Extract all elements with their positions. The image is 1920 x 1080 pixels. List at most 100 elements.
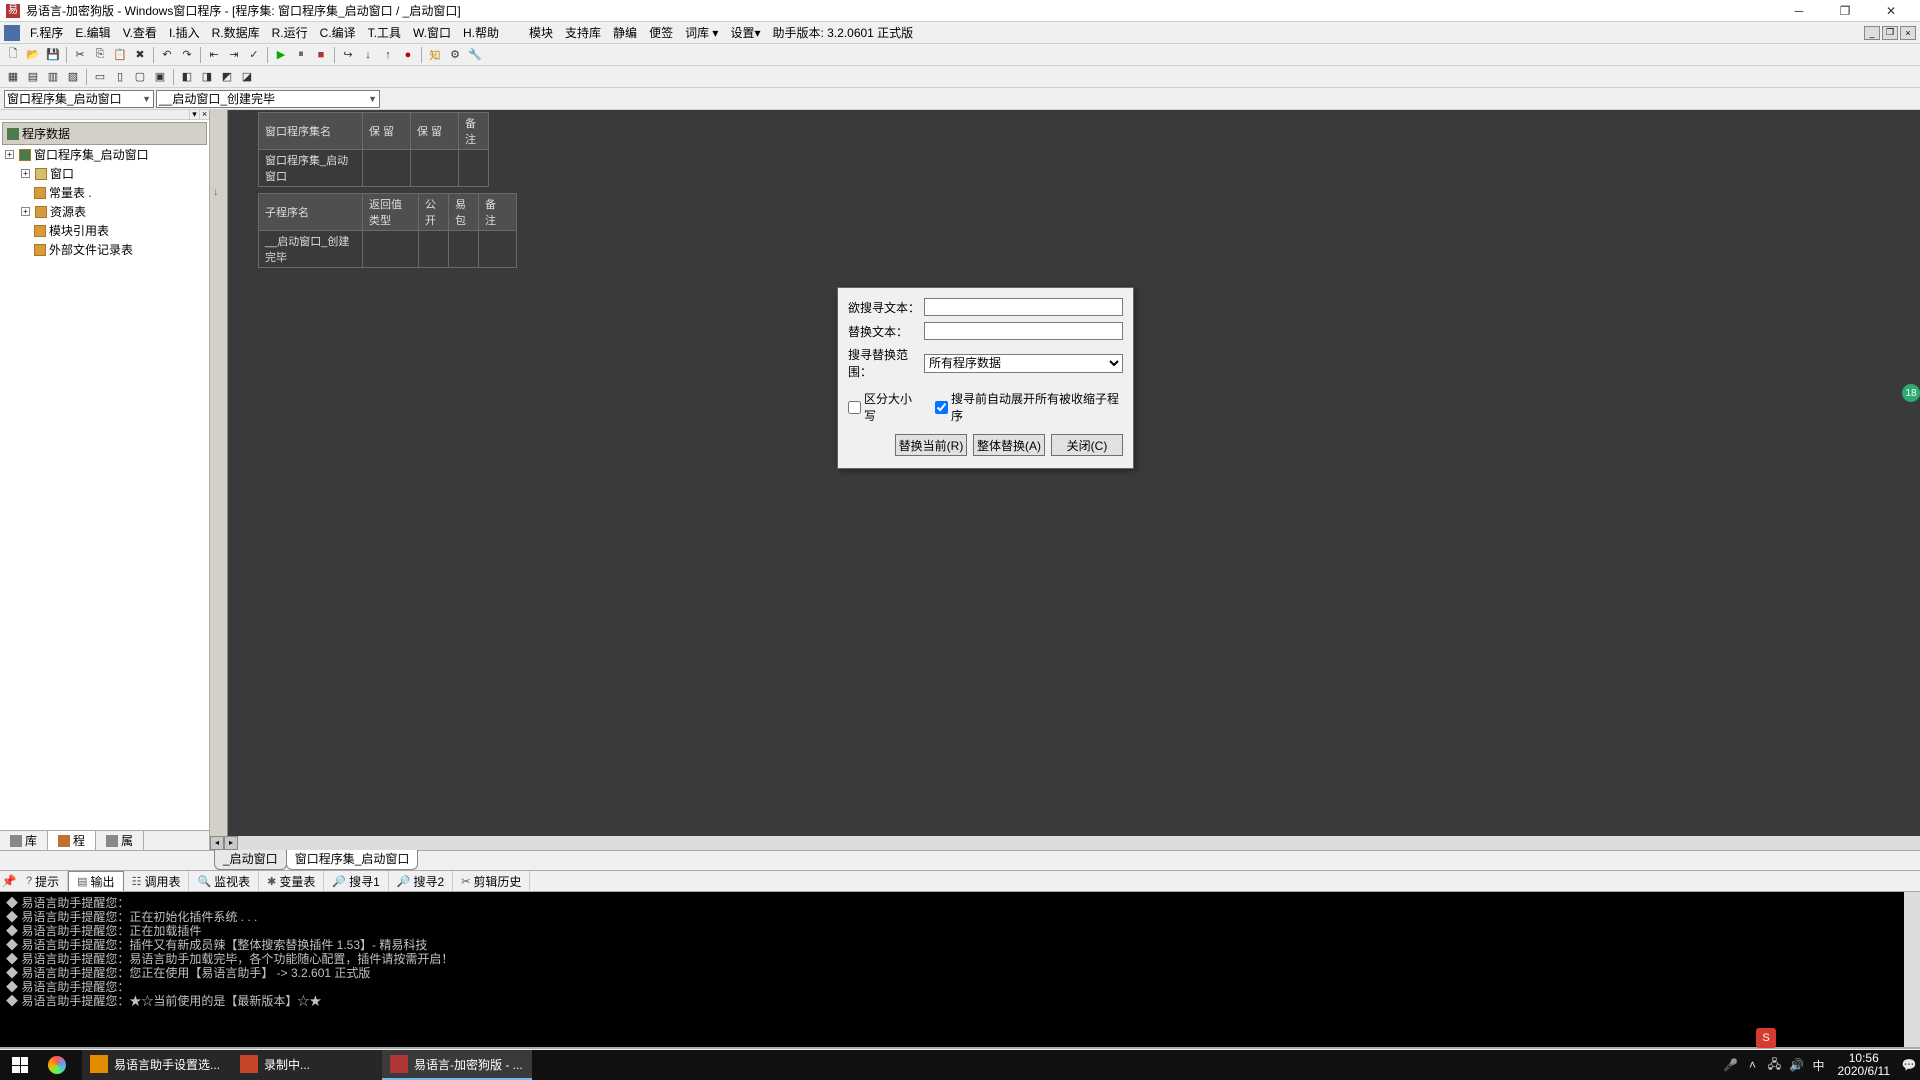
taskbar-clock[interactable]: 10:56 2020/6/11 [1830, 1052, 1899, 1078]
btab-output[interactable]: ▤输出 [68, 871, 123, 891]
btab-watch[interactable]: 🔍监视表 [189, 871, 259, 891]
menu-database[interactable]: R.数据库 [206, 22, 266, 43]
mdi-restore[interactable]: ❐ [1882, 26, 1898, 40]
menu-compile[interactable]: C.编译 [314, 22, 362, 43]
tray-ime-icon[interactable]: 中 [1808, 1057, 1830, 1074]
menu-static[interactable]: 静编 [607, 22, 643, 43]
code-editor[interactable]: ↓ 窗口程序集名 保 留 保 留 备 注 窗口程序集_启动窗口 [210, 110, 1920, 850]
minimize-button[interactable]: ─ [1776, 0, 1822, 22]
seg7-icon[interactable]: ▢ [131, 68, 149, 86]
expand-icon[interactable]: + [21, 169, 30, 178]
menu-window[interactable]: W.窗口 [407, 22, 457, 43]
bottom-pin-icon[interactable]: 📌 [0, 874, 18, 888]
editor-tab-startwin[interactable]: _启动窗口 [214, 848, 287, 870]
expand-checkbox-label[interactable]: 搜寻前自动展开所有被收缩子程序 [935, 390, 1123, 424]
sidebar-tab-lib[interactable]: 库 [0, 831, 48, 850]
output-panel[interactable]: ◆ 易语言助手提醒您： ◆ 易语言助手提醒您：正在初始化插件系统 . . . ◆… [0, 892, 1920, 1048]
bookmark-icon[interactable]: ✓ [245, 46, 263, 64]
assistant-badge-icon[interactable]: 18 [1902, 384, 1920, 402]
menu-run[interactable]: R.运行 [266, 22, 314, 43]
btab-clip[interactable]: ✂剪辑历史 [453, 871, 530, 891]
save-icon[interactable]: 💾 [44, 46, 62, 64]
menu-tools[interactable]: T.工具 [362, 22, 407, 43]
sidebar-pin-icon[interactable]: ▾ [189, 110, 199, 120]
new-icon[interactable]: 🗋 [4, 46, 22, 64]
stop-icon[interactable]: ■ [312, 46, 330, 64]
expand-icon[interactable]: + [21, 207, 30, 216]
tree-node-window[interactable]: + 窗口 [2, 164, 207, 183]
scroll-left-icon[interactable]: ◂ [210, 836, 224, 850]
cut-icon[interactable]: ✂ [71, 46, 89, 64]
tray-net-icon[interactable]: 🖧 [1764, 1055, 1786, 1076]
seg12-icon[interactable]: ◪ [238, 68, 256, 86]
run-icon[interactable]: ▶ [272, 46, 290, 64]
tool-a-icon[interactable]: ⚙ [446, 46, 464, 64]
delete-icon[interactable]: ✖ [131, 46, 149, 64]
menu-settings[interactable]: 设置▾ [724, 22, 766, 43]
stepover-icon[interactable]: ↪ [339, 46, 357, 64]
pause-icon[interactable]: ⏸ [292, 46, 310, 64]
btab-search2[interactable]: 🔎搜寻2 [389, 871, 453, 891]
stepin-icon[interactable]: ↓ [359, 46, 377, 64]
btab-var[interactable]: ✱变量表 [259, 871, 324, 891]
open-icon[interactable]: 📂 [24, 46, 42, 64]
seg3-icon[interactable]: ▥ [44, 68, 62, 86]
taskbar-app-3[interactable]: 易语言-加密狗版 - ... [382, 1050, 532, 1080]
close-button[interactable]: ✕ [1868, 0, 1914, 22]
tree-node-external[interactable]: 外部文件记录表 [2, 240, 207, 259]
seg4-icon[interactable]: ▧ [64, 68, 82, 86]
tree-node-programset[interactable]: + 窗口程序集_启动窗口 [2, 145, 207, 164]
seg5-icon[interactable]: ▭ [91, 68, 109, 86]
table-row[interactable]: __启动窗口_创建完毕 [259, 231, 517, 268]
seg1-icon[interactable]: ▦ [4, 68, 22, 86]
seg6-icon[interactable]: ▯ [111, 68, 129, 86]
tray-notif-icon[interactable]: 💬 [1898, 1058, 1920, 1072]
search-input[interactable] [924, 298, 1123, 316]
knowledge-icon[interactable]: 知 [426, 46, 444, 64]
seg2-icon[interactable]: ▤ [24, 68, 42, 86]
seg8-icon[interactable]: ▣ [151, 68, 169, 86]
combo-subroutine[interactable]: __启动窗口_创建完毕▼ [156, 90, 380, 108]
replace-all-button[interactable]: 整体替换(A) [973, 434, 1045, 456]
btab-hint[interactable]: ?提示 [18, 871, 68, 891]
stepout-icon[interactable]: ↑ [379, 46, 397, 64]
table-row[interactable]: 窗口程序集_启动窗口 [259, 150, 489, 187]
combo-programset[interactable]: 窗口程序集_启动窗口▼ [4, 90, 154, 108]
menu-module[interactable]: 模块 [523, 22, 559, 43]
sidebar-tab-prop[interactable]: 属 [96, 831, 144, 850]
copy-icon[interactable]: ⎘ [91, 46, 109, 64]
expand-checkbox[interactable] [935, 401, 948, 414]
case-checkbox-label[interactable]: 区分大小写 [848, 390, 921, 424]
editor-hscrollbar[interactable]: ◂ ▸ [210, 836, 1920, 850]
seg9-icon[interactable]: ◧ [178, 68, 196, 86]
undo-icon[interactable]: ↶ [158, 46, 176, 64]
btab-search1[interactable]: 🔎搜寻1 [324, 871, 388, 891]
output-vscrollbar[interactable] [1904, 892, 1920, 1047]
menu-note[interactable]: 便签 [643, 22, 679, 43]
replace-input[interactable] [924, 322, 1123, 340]
menu-file[interactable]: F.程序 [24, 22, 69, 43]
redo-icon[interactable]: ↷ [178, 46, 196, 64]
tray-up-icon[interactable]: ˄ [1742, 1058, 1764, 1072]
seg10-icon[interactable]: ◨ [198, 68, 216, 86]
replace-one-button[interactable]: 替换当前(R) [895, 434, 967, 456]
taskbar-cortana-icon[interactable] [40, 1050, 82, 1080]
menu-dict[interactable]: 词库 ▾ [679, 22, 724, 43]
seg11-icon[interactable]: ◩ [218, 68, 236, 86]
menu-insert[interactable]: I.插入 [163, 22, 206, 43]
tool-b-icon[interactable]: 🔧 [466, 46, 484, 64]
breakpoint-icon[interactable]: ● [399, 46, 417, 64]
tree-node-resource[interactable]: + 资源表 [2, 202, 207, 221]
menu-edit[interactable]: E.编辑 [69, 22, 116, 43]
scope-select[interactable]: 所有程序数据 [924, 354, 1123, 373]
maximize-button[interactable]: ❐ [1822, 0, 1868, 22]
tray-vol-icon[interactable]: 🔊 [1786, 1058, 1808, 1072]
menu-view[interactable]: V.查看 [117, 22, 163, 43]
tray-mic-icon[interactable]: 🎤 [1720, 1058, 1742, 1072]
scroll-right-icon[interactable]: ▸ [224, 836, 238, 850]
start-button[interactable] [0, 1050, 40, 1080]
btab-calltable[interactable]: ☷调用表 [124, 871, 190, 891]
tree-root[interactable]: 程序数据 [2, 122, 207, 145]
editor-tab-programset[interactable]: 窗口程序集_启动窗口 [286, 848, 419, 870]
case-checkbox[interactable] [848, 401, 861, 414]
